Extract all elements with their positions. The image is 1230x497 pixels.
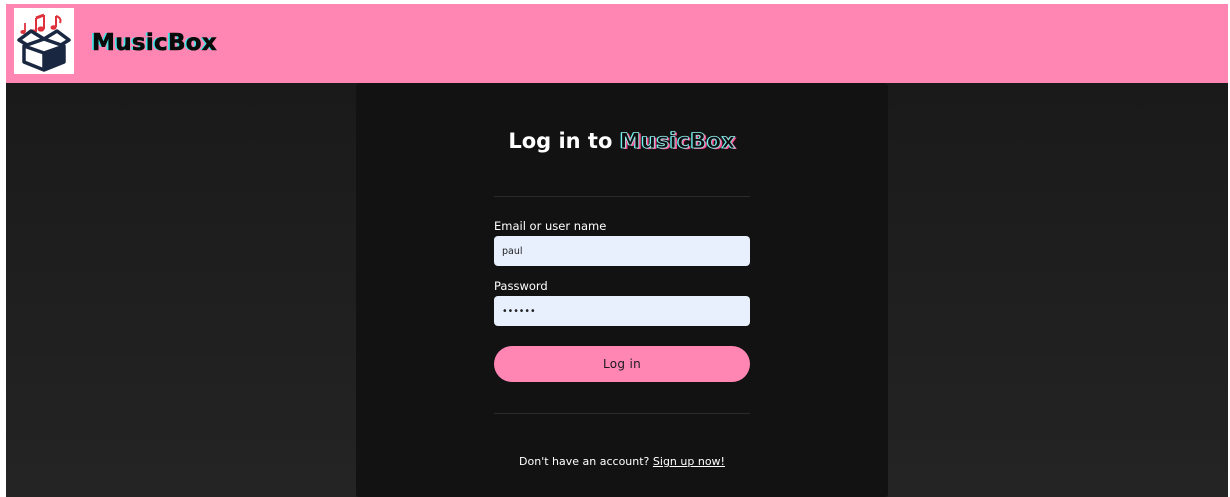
login-button[interactable]: Log in	[494, 346, 750, 382]
password-field[interactable]	[494, 296, 750, 326]
right-background-panel	[888, 83, 1228, 497]
login-card: Log in to MusicBox Email or user name Pa…	[356, 83, 888, 497]
signup-prompt: Don't have an account? Sign up now!	[356, 455, 888, 468]
top-bar: MusicBox	[6, 4, 1228, 83]
signup-prompt-text: Don't have an account?	[519, 455, 650, 468]
left-background-panel	[6, 83, 356, 497]
app-name[interactable]: MusicBox	[92, 30, 217, 57]
top-divider	[494, 196, 750, 197]
email-label: Email or user name	[494, 219, 607, 233]
bottom-divider	[494, 413, 750, 414]
signup-link[interactable]: Sign up now!	[653, 455, 725, 468]
login-title-brand: MusicBox	[619, 129, 736, 154]
password-label: Password	[494, 279, 548, 293]
app-window: MusicBox Log in to MusicBox Email or use…	[6, 4, 1228, 497]
login-title: Log in to MusicBox	[356, 129, 888, 154]
email-field[interactable]	[494, 236, 750, 266]
login-title-prefix: Log in to	[508, 129, 613, 153]
logo[interactable]	[14, 8, 74, 74]
music-box-logo-icon	[17, 13, 71, 72]
